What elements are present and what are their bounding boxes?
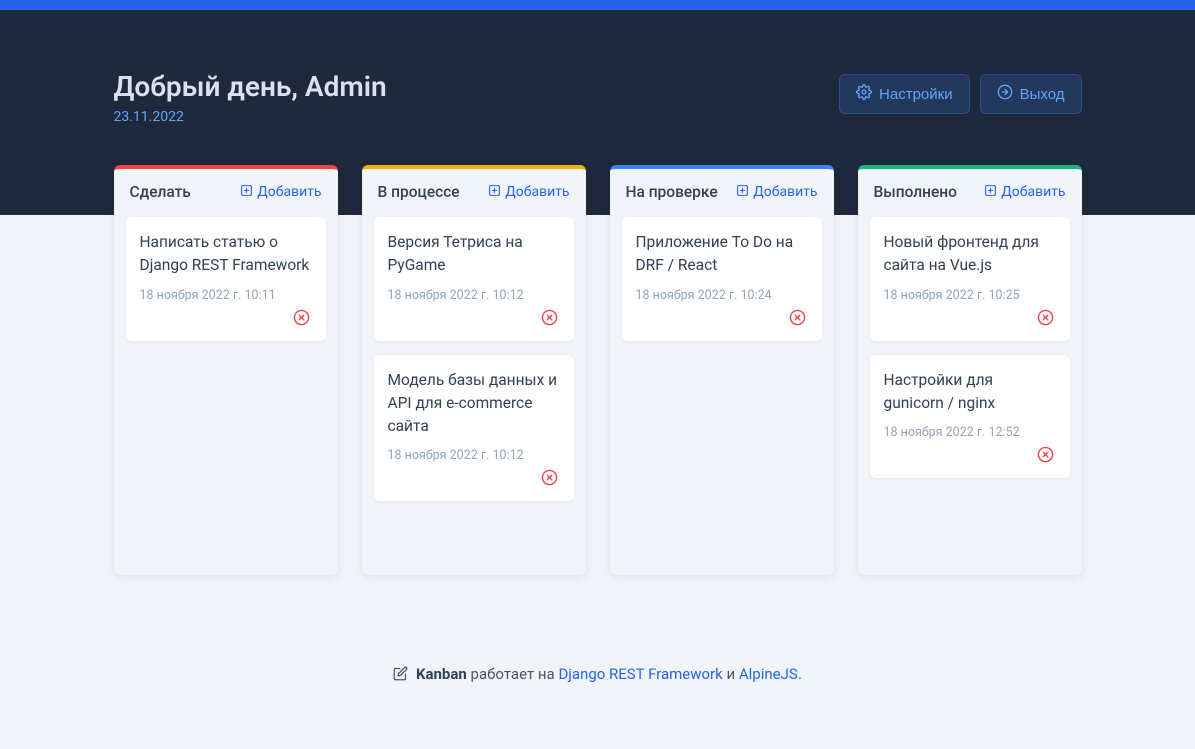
- delete-card-button[interactable]: [539, 467, 560, 491]
- column-header: Сделать Добавить: [126, 183, 326, 201]
- add-card-button[interactable]: Добавить: [488, 184, 569, 201]
- delete-card-button[interactable]: [1035, 444, 1056, 468]
- add-card-label: Добавить: [753, 184, 817, 200]
- column-header: На проверке Добавить: [622, 183, 822, 201]
- footer-link-drf[interactable]: Django REST Framework: [558, 665, 722, 683]
- column-done: Выполнено Добавить Новый фронтенд для сайт…: [858, 165, 1082, 575]
- top-accent-strip: [0, 0, 1195, 10]
- kanban-card[interactable]: Написать статью о Django REST Framework 1…: [126, 217, 326, 341]
- column-in_progress: В процессе Добавить Версия Тетриса на PyGa…: [362, 165, 586, 575]
- column-title: Выполнено: [874, 183, 957, 201]
- add-card-label: Добавить: [257, 184, 321, 200]
- column-header: В процессе Добавить: [374, 183, 574, 201]
- card-title: Новый фронтенд для сайта на Vue.js: [884, 231, 1056, 278]
- card-timestamp: 18 ноября 2022 г. 10:25: [884, 288, 1056, 303]
- close-circle-icon: [541, 309, 558, 329]
- footer-and: и: [726, 665, 735, 683]
- close-circle-icon: [293, 309, 310, 329]
- settings-button[interactable]: Настройки: [839, 74, 970, 114]
- footer-period: .: [798, 665, 802, 683]
- footer-runs-on: работает на: [471, 665, 555, 683]
- edit-icon: [393, 666, 408, 685]
- card-title: Приложение To Do на DRF / React: [636, 231, 808, 278]
- add-card-button[interactable]: Добавить: [736, 184, 817, 201]
- card-timestamp: 18 ноября 2022 г. 12:52: [884, 425, 1056, 440]
- footer-brand: Kanban: [416, 665, 467, 683]
- footer: Kanban работает на Django REST Framework…: [0, 575, 1195, 725]
- add-card-label: Добавить: [505, 184, 569, 200]
- close-circle-icon: [1037, 446, 1054, 466]
- settings-button-label: Настройки: [879, 86, 953, 103]
- delete-card-button[interactable]: [1035, 307, 1056, 331]
- kanban-card[interactable]: Новый фронтенд для сайта на Vue.js 18 ноя…: [870, 217, 1070, 341]
- close-circle-icon: [541, 469, 558, 489]
- add-card-button[interactable]: Добавить: [984, 184, 1065, 201]
- delete-card-button[interactable]: [539, 307, 560, 331]
- kanban-card[interactable]: Приложение To Do на DRF / React 18 ноября…: [622, 217, 822, 341]
- card-timestamp: 18 ноября 2022 г. 10:12: [388, 448, 560, 463]
- current-date: 23.11.2022: [114, 109, 387, 125]
- card-timestamp: 18 ноября 2022 г. 10:12: [388, 288, 560, 303]
- greeting-title: Добрый день, Admin: [114, 70, 387, 103]
- close-circle-icon: [1037, 309, 1054, 329]
- plus-square-icon: [488, 184, 501, 201]
- logout-icon: [997, 84, 1013, 104]
- delete-card-button[interactable]: [787, 307, 808, 331]
- card-title: Модель базы данных и API для e-commerce …: [388, 369, 560, 439]
- plus-square-icon: [240, 184, 253, 201]
- kanban-board: Сделать Добавить Написать статью о Django …: [114, 165, 1082, 575]
- kanban-card[interactable]: Настройки для gunicorn / nginx 18 ноября …: [870, 355, 1070, 479]
- plus-square-icon: [984, 184, 997, 201]
- logout-button-label: Выход: [1020, 86, 1065, 103]
- footer-link-alpine[interactable]: AlpineJS: [739, 665, 798, 683]
- card-title: Написать статью о Django REST Framework: [140, 231, 312, 278]
- close-circle-icon: [789, 309, 806, 329]
- column-review: На проверке Добавить Приложение To Do на D…: [610, 165, 834, 575]
- add-card-label: Добавить: [1001, 184, 1065, 200]
- kanban-card[interactable]: Версия Тетриса на PyGame 18 ноября 2022 г…: [374, 217, 574, 341]
- delete-card-button[interactable]: [291, 307, 312, 331]
- column-todo: Сделать Добавить Написать статью о Django …: [114, 165, 338, 575]
- card-timestamp: 18 ноября 2022 г. 10:11: [140, 288, 312, 303]
- column-header: Выполнено Добавить: [870, 183, 1070, 201]
- card-title: Настройки для gunicorn / nginx: [884, 369, 1056, 416]
- column-title: В процессе: [378, 183, 460, 201]
- column-title: Сделать: [130, 183, 191, 201]
- add-card-button[interactable]: Добавить: [240, 184, 321, 201]
- column-title: На проверке: [626, 183, 718, 201]
- kanban-card[interactable]: Модель базы данных и API для e-commerce …: [374, 355, 574, 502]
- card-title: Версия Тетриса на PyGame: [388, 231, 560, 278]
- logout-button[interactable]: Выход: [980, 74, 1082, 114]
- gear-icon: [856, 84, 872, 104]
- card-timestamp: 18 ноября 2022 г. 10:24: [636, 288, 808, 303]
- plus-square-icon: [736, 184, 749, 201]
